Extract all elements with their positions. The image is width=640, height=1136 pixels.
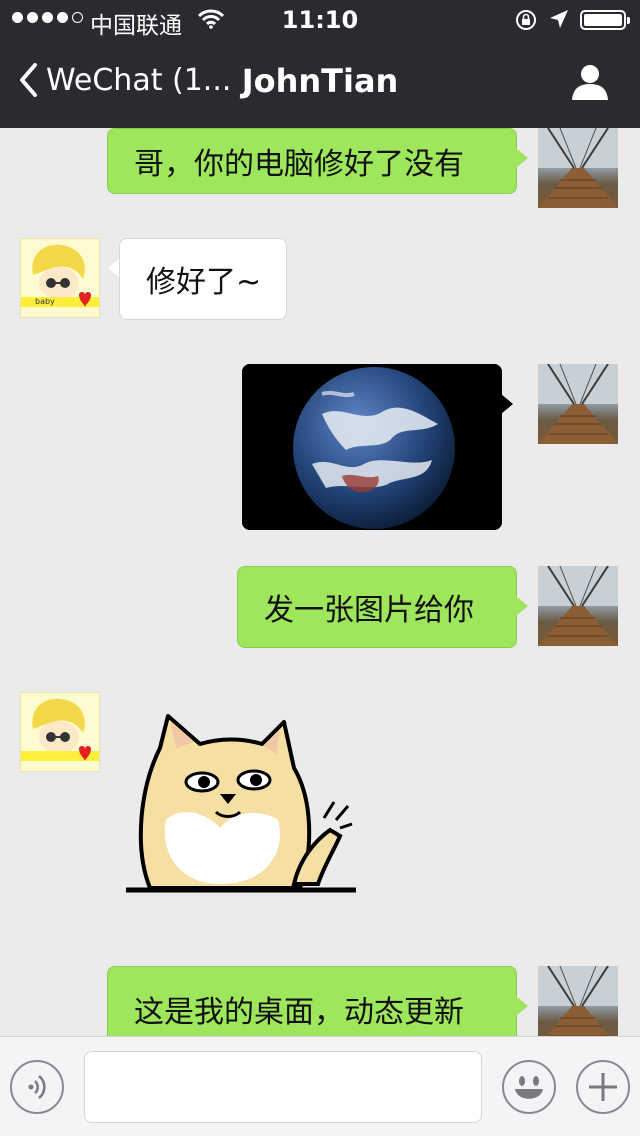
contact-profile-button[interactable] [570, 62, 610, 106]
message-text: 发一张图片给你 [264, 593, 474, 628]
bubble-tail [516, 996, 528, 1016]
emoji-button[interactable] [502, 1060, 556, 1114]
navigation-bar: WeChat (1... JohnTian [0, 40, 640, 128]
friend-avatar[interactable] [20, 692, 100, 772]
message-text: 这是我的桌面，动态更新 [134, 995, 464, 1030]
location-arrow-icon [549, 9, 569, 33]
more-options-button[interactable] [576, 1060, 630, 1114]
battery-icon [580, 10, 630, 30]
clock: 11:10 [281, 6, 359, 34]
my-avatar[interactable] [538, 966, 618, 1036]
message-text: 哥，你的电脑修好了没有 [134, 147, 464, 182]
bubble-tail [516, 596, 528, 616]
message-text: 修好了~ [146, 265, 262, 300]
status-bar: 中国联通 11:10 [0, 0, 640, 40]
sticker-message[interactable] [120, 708, 360, 898]
smiley-face-icon [515, 1076, 543, 1099]
my-avatar[interactable] [538, 566, 618, 646]
image-message[interactable] [242, 364, 502, 530]
message-bubble-received[interactable]: 修好了~ [119, 238, 287, 320]
chat-message-list[interactable]: 哥，你的电脑修好了没有 baby 修好了~ 发一张图片给你 这是我的桌面，动态更… [0, 128, 640, 1036]
message-bubble-sent[interactable]: 哥，你的电脑修好了没有 [107, 128, 517, 194]
message-input-bar [0, 1036, 640, 1136]
my-avatar[interactable] [538, 128, 618, 208]
bubble-tail [516, 148, 528, 168]
friend-avatar[interactable]: baby [20, 238, 100, 318]
top-bar: 中国联通 11:10 WeChat (1... JohnTian [0, 0, 640, 128]
bubble-tail [501, 394, 513, 414]
message-bubble-sent[interactable]: 发一张图片给你 [237, 566, 517, 648]
message-text-input[interactable] [84, 1051, 482, 1123]
person-icon [572, 65, 608, 100]
message-bubble-sent[interactable]: 这是我的桌面，动态更新 [107, 966, 517, 1036]
chat-title: JohnTian [241, 62, 399, 100]
voice-icon [28, 1075, 46, 1099]
plus-icon [589, 1073, 617, 1101]
my-avatar[interactable] [538, 364, 618, 444]
shiba-dog-sticker-icon [126, 714, 356, 893]
friend-avatar-text: baby [35, 297, 55, 306]
earth-photo-icon [242, 364, 502, 530]
rotation-lock-icon [514, 9, 538, 35]
voice-input-button[interactable] [10, 1060, 64, 1114]
